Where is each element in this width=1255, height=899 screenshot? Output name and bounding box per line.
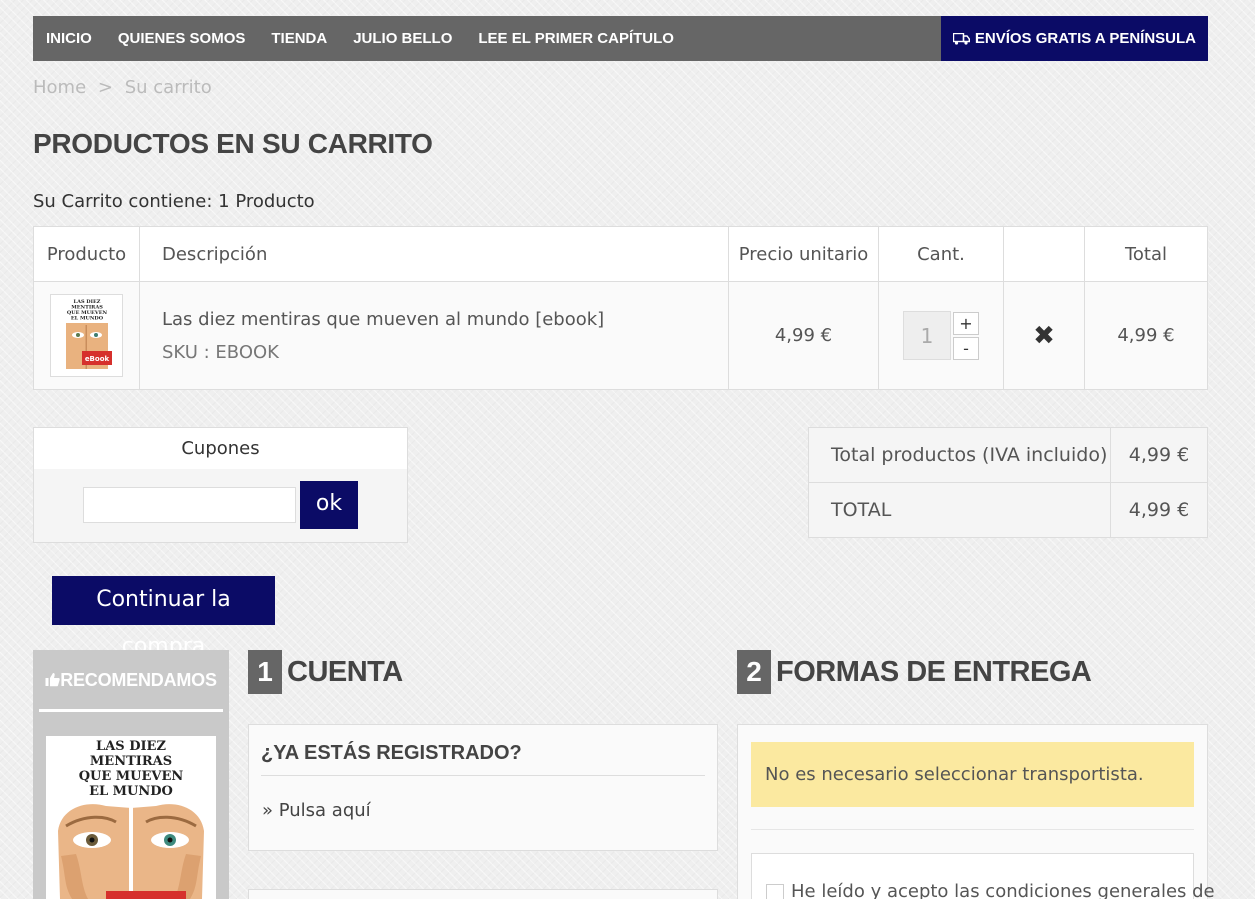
cart-header-row: Producto Descripción Precio unitario Can… bbox=[33, 226, 1208, 282]
header-product: Producto bbox=[33, 226, 140, 282]
header-delete bbox=[1003, 226, 1085, 282]
header-description: Descripción bbox=[139, 226, 729, 282]
coupons-box: Cupones ok bbox=[33, 427, 408, 543]
book-cover-thumb-image: LAS DIEZ MENTIRAS QUE MUEVEN EL MUNDO eB… bbox=[55, 296, 118, 375]
cart-table: Producto Descripción Precio unitario Can… bbox=[33, 226, 1208, 390]
total-cell: 4,99 € bbox=[1084, 281, 1208, 390]
free-shipping-banner[interactable]: ENVÍOS GRATIS A PENÍNSULA bbox=[940, 16, 1208, 61]
totals-row-total: TOTAL 4,99 € bbox=[808, 482, 1208, 538]
recommended-sidebar: RECOMENDAMOS LAS DIEZ MENTIRAS QUE MUEVE… bbox=[33, 650, 229, 899]
coupons-title: Cupones bbox=[34, 428, 407, 469]
login-link[interactable]: » Pulsa aquí bbox=[262, 800, 371, 821]
reco-book-title-line-4: EL MUNDO bbox=[89, 784, 173, 799]
truck-icon bbox=[952, 32, 970, 45]
top-nav: INICIO QUIENES SOMOS TIENDA JULIO BELLO … bbox=[33, 16, 1208, 61]
section-delivery-header: 2 FORMAS DE ENTREGA bbox=[737, 650, 1092, 694]
account-next-panel bbox=[248, 889, 718, 899]
registered-title: ¿YA ESTÁS REGISTRADO? bbox=[261, 742, 522, 764]
terms-checkbox[interactable] bbox=[766, 884, 784, 899]
nav-item-primer-capitulo[interactable]: LEE EL PRIMER CAPÍTULO bbox=[465, 16, 687, 61]
total-products-label: Total productos (IVA incluido) bbox=[808, 427, 1111, 483]
section-account-header: 1 CUENTA bbox=[248, 650, 403, 694]
registered-panel: ¿YA ESTÁS REGISTRADO? » Pulsa aquí bbox=[248, 724, 718, 851]
reco-book-title-line-1: LAS DIEZ bbox=[96, 739, 166, 754]
nav-item-julio-bello[interactable]: JULIO BELLO bbox=[340, 16, 465, 61]
breadcrumb-current: Su carrito bbox=[124, 77, 212, 98]
header-qty: Cant. bbox=[878, 226, 1004, 282]
ebook-badge: eBook bbox=[84, 355, 109, 363]
header-unit-price: Precio unitario bbox=[728, 226, 879, 282]
quantity-input[interactable]: 1 bbox=[903, 311, 951, 360]
quantity-stepper: 1 + - bbox=[879, 311, 1003, 360]
shipping-label: ENVÍOS GRATIS A PENÍNSULA bbox=[974, 30, 1196, 47]
thumb-title-line-4: EL MUNDO bbox=[70, 315, 103, 321]
breadcrumb-home[interactable]: Home bbox=[33, 77, 86, 98]
header-total: Total bbox=[1084, 226, 1208, 282]
close-icon[interactable]: ✖ bbox=[1033, 321, 1055, 351]
qty-minus-button[interactable]: - bbox=[953, 336, 979, 360]
table-row: LAS DIEZ MENTIRAS QUE MUEVEN EL MUNDO eB… bbox=[33, 281, 1208, 390]
grand-total-label: TOTAL bbox=[808, 482, 1111, 538]
recommended-book-cover[interactable]: LAS DIEZ MENTIRAS QUE MUEVEN EL MUNDO bbox=[46, 736, 216, 899]
page-title: PRODUCTOS EN SU CARRITO bbox=[33, 128, 433, 159]
continue-shopping-button[interactable]: Continuar la compra bbox=[52, 576, 275, 659]
product-thumbnail[interactable]: LAS DIEZ MENTIRAS QUE MUEVEN EL MUNDO eB… bbox=[50, 294, 123, 377]
step-number-2: 2 bbox=[737, 650, 771, 694]
nav-item-tienda[interactable]: TIENDA bbox=[258, 16, 340, 61]
registered-divider bbox=[261, 775, 705, 776]
carrier-alert: No es necesario seleccionar transportist… bbox=[751, 742, 1194, 807]
cart-count: Su Carrito contiene: 1 Producto bbox=[33, 191, 315, 212]
recommended-label: RECOMENDAMOS bbox=[60, 670, 217, 690]
qty-plus-button[interactable]: + bbox=[953, 311, 979, 335]
grand-total-value: 4,99 € bbox=[1110, 482, 1208, 538]
recommended-divider bbox=[39, 709, 223, 712]
delivery-divider bbox=[751, 829, 1194, 830]
unit-price-cell: 4,99 € bbox=[728, 281, 879, 390]
thumbs-up-icon bbox=[45, 673, 60, 687]
product-cell: LAS DIEZ MENTIRAS QUE MUEVEN EL MUNDO eB… bbox=[33, 281, 140, 390]
product-sku: SKU : EBOOK bbox=[162, 341, 279, 363]
qty-cell: 1 + - bbox=[878, 281, 1004, 390]
reco-book-title-line-3: QUE MUEVEN bbox=[79, 769, 184, 784]
book-cover-image: LAS DIEZ MENTIRAS QUE MUEVEN EL MUNDO bbox=[46, 736, 216, 899]
totals-row-products: Total productos (IVA incluido) 4,99 € bbox=[808, 427, 1208, 483]
delete-cell: ✖ bbox=[1003, 281, 1085, 390]
recommended-title: RECOMENDAMOS bbox=[33, 650, 229, 702]
product-name[interactable]: Las diez mentiras que mueven al mundo [e… bbox=[162, 309, 728, 330]
section-account-title: CUENTA bbox=[287, 655, 403, 688]
breadcrumb-separator: > bbox=[97, 77, 113, 98]
totals-table: Total productos (IVA incluido) 4,99 € TO… bbox=[808, 427, 1208, 538]
nav-item-inicio[interactable]: INICIO bbox=[33, 16, 105, 61]
reco-book-title-line-2: MENTIRAS bbox=[90, 754, 172, 769]
step-number-1: 1 bbox=[248, 650, 282, 694]
nav-item-quienes-somos[interactable]: QUIENES SOMOS bbox=[105, 16, 259, 61]
breadcrumb: Home > Su carrito bbox=[33, 77, 218, 98]
coupon-input[interactable] bbox=[83, 487, 296, 523]
coupon-ok-button[interactable]: ok bbox=[300, 481, 358, 529]
terms-label: He leído y acepto las condiciones genera… bbox=[791, 881, 1215, 899]
terms-box: He leído y acepto las condiciones genera… bbox=[751, 853, 1215, 899]
description-cell: Las diez mentiras que mueven al mundo [e… bbox=[139, 281, 729, 390]
total-products-value: 4,99 € bbox=[1110, 427, 1208, 483]
section-delivery-title: FORMAS DE ENTREGA bbox=[776, 655, 1092, 688]
